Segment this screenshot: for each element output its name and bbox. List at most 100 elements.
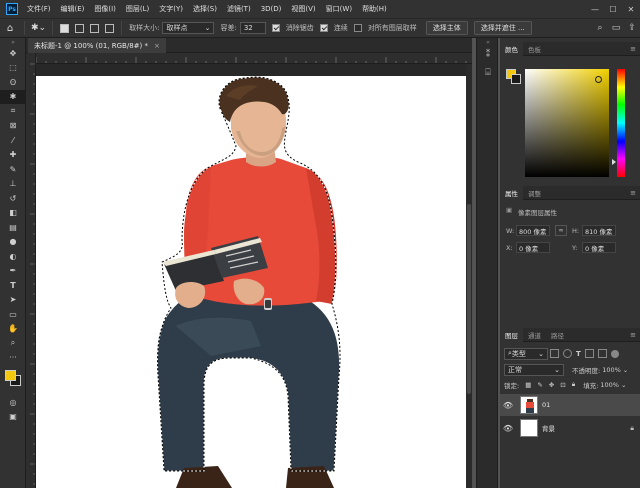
layer-row-background[interactable]: 👁︎ 背景 🔒︎	[500, 417, 640, 439]
hue-pointer-icon[interactable]	[612, 159, 616, 165]
canvas-scrollbar[interactable]	[466, 64, 472, 488]
workspace-icon[interactable]: ▭	[608, 23, 624, 33]
history-icon[interactable]: ⌸	[477, 64, 499, 82]
crop-tool-icon[interactable]: ⌗	[0, 104, 26, 119]
filter-pixel-icon[interactable]	[550, 349, 559, 358]
menu-3d[interactable]: 3D(D)	[256, 5, 287, 13]
tab-adjustments[interactable]: 调整	[523, 186, 546, 200]
filter-toggle-icon[interactable]	[610, 349, 619, 358]
scrollbar-thumb[interactable]	[467, 204, 471, 394]
person-reading-photo[interactable]	[36, 76, 466, 488]
menu-image[interactable]: 图像(I)	[89, 4, 121, 14]
dodge-tool-icon[interactable]: ◐	[0, 249, 26, 264]
tab-swatches[interactable]: 色板	[523, 42, 546, 56]
chevron-down-icon[interactable]: ⌄	[621, 381, 626, 389]
color-picker-ring[interactable]	[595, 76, 602, 83]
minimize-button[interactable]: —	[586, 5, 604, 14]
healing-brush-tool-icon[interactable]: ✚	[0, 148, 26, 163]
filter-smart-icon[interactable]	[597, 349, 607, 358]
panel-menu-icon[interactable]: ≡	[630, 331, 636, 339]
tab-layers[interactable]: 图层	[500, 327, 523, 342]
close-tab-icon[interactable]: ×	[154, 42, 160, 50]
menu-type[interactable]: 文字(Y)	[154, 4, 188, 14]
home-icon[interactable]: ⌂	[0, 23, 20, 34]
menu-filter[interactable]: 滤镜(T)	[222, 4, 256, 14]
fill-value[interactable]: 100%	[600, 381, 619, 389]
move-tool-icon[interactable]: ✥	[0, 46, 26, 61]
link-icon[interactable]: ∞	[555, 225, 567, 236]
layer-filter-select[interactable]: ⌕ 类型 ⌄	[504, 347, 548, 360]
menu-edit[interactable]: 编辑(E)	[56, 4, 90, 14]
strip-collapse-icon[interactable]: «	[477, 38, 499, 46]
menu-select[interactable]: 选择(S)	[188, 4, 222, 14]
type-tool-icon[interactable]: T	[0, 278, 26, 293]
brush-tool-icon[interactable]: ✎	[0, 162, 26, 177]
rectangle-tool-icon[interactable]: ▭	[0, 307, 26, 322]
subtract-selection-icon[interactable]	[90, 23, 100, 33]
frame-tool-icon[interactable]: ⊠	[0, 119, 26, 134]
clone-stamp-tool-icon[interactable]: ⊥	[0, 177, 26, 192]
lock-transparent-icon[interactable]: ▦	[525, 381, 531, 389]
maximize-button[interactable]: ☐	[604, 5, 622, 14]
eyedropper-tool-icon[interactable]: ⁄	[0, 133, 26, 148]
layer-name[interactable]: 01	[542, 401, 550, 409]
x-input[interactable]: 0 像素	[516, 242, 550, 253]
filter-shape-icon[interactable]	[584, 349, 594, 358]
sample-all-layers-checkbox[interactable]	[353, 24, 362, 32]
tab-color[interactable]: 颜色	[500, 41, 523, 56]
document-tab[interactable]: 未标题-1 @ 100% (01, RGB/8#) * ×	[28, 38, 166, 53]
panel-menu-icon[interactable]: ≡	[630, 45, 636, 53]
eraser-tool-icon[interactable]: ◧	[0, 206, 26, 221]
antialias-checkbox[interactable]	[271, 24, 280, 32]
panel-menu-icon[interactable]: ≡	[630, 189, 636, 197]
new-selection-icon[interactable]	[60, 23, 70, 33]
opacity-value[interactable]: 100%	[602, 366, 621, 374]
document-canvas[interactable]	[36, 76, 466, 488]
hand-tool-icon[interactable]: ✋	[0, 322, 26, 337]
share-icon[interactable]: ⇪	[624, 23, 640, 33]
layer-name[interactable]: 背景	[542, 423, 555, 433]
filter-adjustment-icon[interactable]	[563, 349, 572, 358]
history-brush-tool-icon[interactable]: ↺	[0, 191, 26, 206]
blur-tool-icon[interactable]: ●	[0, 235, 26, 250]
eye-icon[interactable]: 👁︎	[500, 401, 516, 410]
blend-mode-select[interactable]: 正常 ⌄	[504, 363, 564, 376]
menu-view[interactable]: 视图(V)	[286, 4, 320, 14]
screen-mode-icon[interactable]: ▣	[0, 410, 26, 425]
close-window-button[interactable]: ✕	[622, 5, 640, 14]
photoshop-logo[interactable]: Ps	[6, 3, 18, 15]
lock-position-icon[interactable]: ✥	[549, 381, 554, 389]
lock-artboard-icon[interactable]: ⊡	[560, 381, 565, 389]
lasso-tool-icon[interactable]: ʘ	[0, 75, 26, 90]
menu-help[interactable]: 帮助(H)	[357, 4, 392, 14]
eye-icon[interactable]: 👁︎	[500, 424, 516, 433]
height-input[interactable]: 810 像素	[582, 225, 616, 236]
quick-mask-icon[interactable]: ◎	[0, 395, 26, 410]
gradient-tool-icon[interactable]: ▤	[0, 220, 26, 235]
background-color-chip[interactable]	[511, 74, 521, 84]
y-input[interactable]: 0 像素	[582, 242, 616, 253]
filter-type-icon[interactable]: T	[576, 350, 581, 358]
lock-all-icon[interactable]: 🔒︎	[572, 380, 575, 389]
marquee-tool-icon[interactable]: ⬚	[0, 61, 26, 76]
magic-wand-tool-icon[interactable]: ✱	[0, 89, 26, 104]
menu-file[interactable]: 文件(F)	[22, 4, 56, 14]
zoom-tool-icon[interactable]: ⌕	[0, 336, 26, 351]
brush-settings-icon[interactable]: ⁑	[477, 46, 499, 64]
intersect-selection-icon[interactable]	[105, 23, 115, 33]
tab-paths[interactable]: 路径	[546, 328, 569, 342]
lock-image-icon[interactable]: ✎	[537, 381, 542, 389]
search-icon[interactable]: ⌕	[592, 23, 608, 33]
lock-icon[interactable]: 🔒︎	[630, 424, 634, 433]
menu-layer[interactable]: 图层(L)	[121, 4, 154, 14]
pen-tool-icon[interactable]: ✒	[0, 264, 26, 279]
sample-size-select[interactable]: 取样点 ⌄	[162, 22, 215, 34]
chevron-down-icon[interactable]: ⌄	[623, 366, 628, 374]
width-input[interactable]: 800 像素	[516, 225, 550, 236]
path-selection-tool-icon[interactable]: ➤	[0, 293, 26, 308]
contiguous-checkbox[interactable]	[319, 24, 328, 32]
layer-row-01[interactable]: 👁︎ 01	[500, 394, 640, 416]
toolbox-collapse-icon[interactable]: »	[0, 38, 26, 46]
tolerance-input[interactable]: 32	[239, 22, 266, 34]
foreground-color-swatch[interactable]	[5, 370, 16, 381]
